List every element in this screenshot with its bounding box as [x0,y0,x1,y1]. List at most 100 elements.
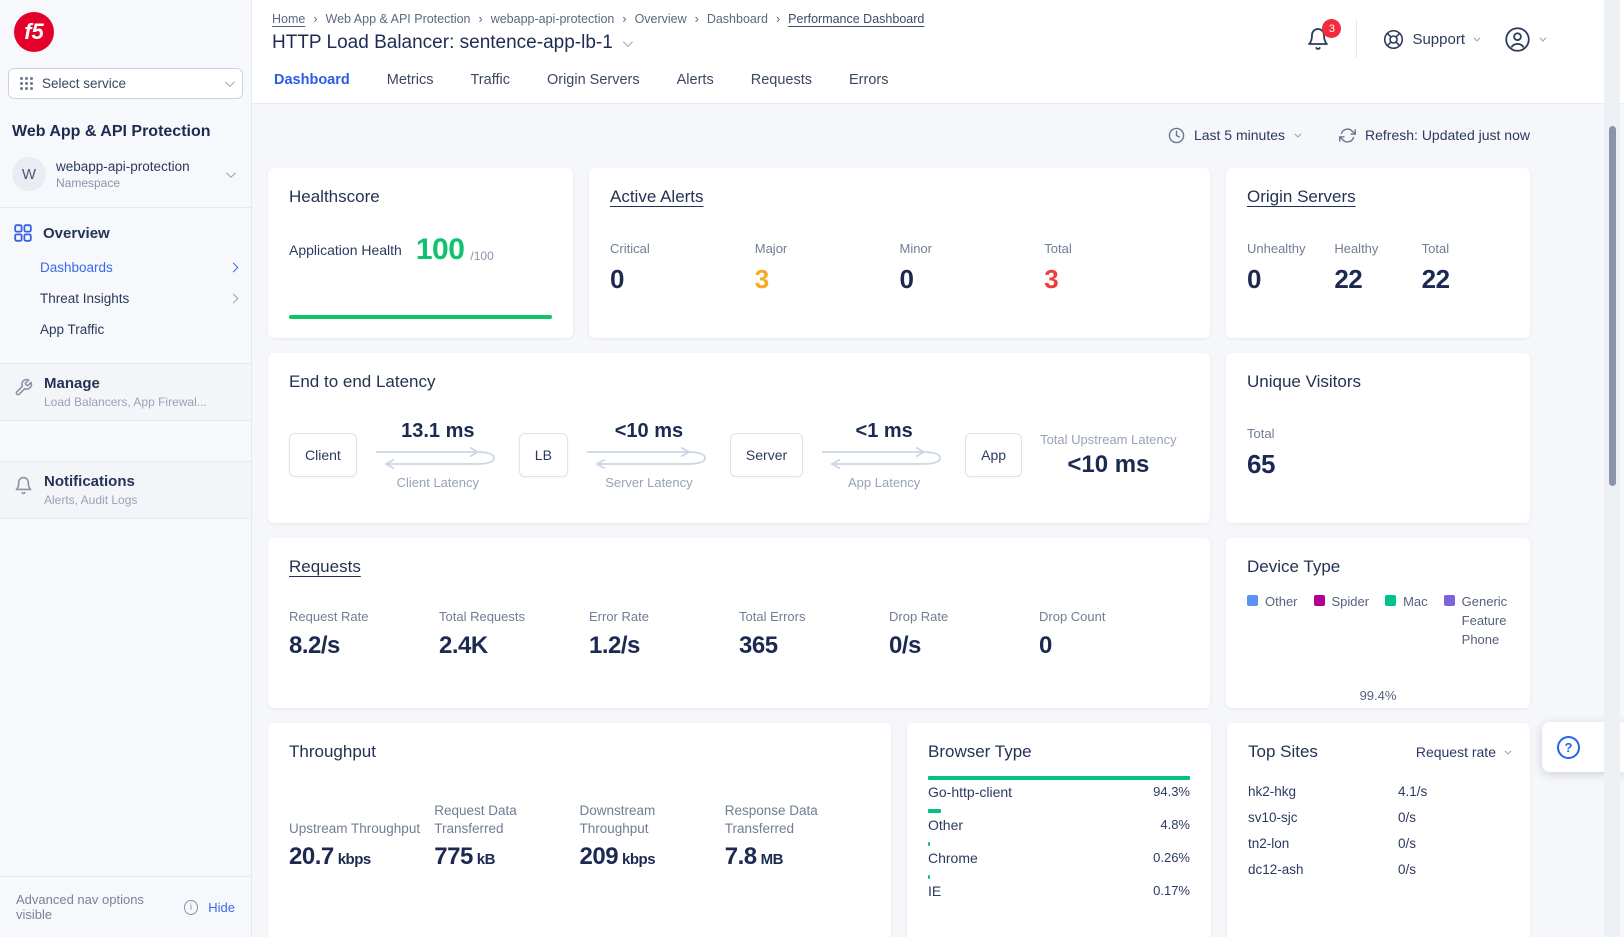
user-menu-button[interactable] [1504,26,1544,53]
scrollbar-thumb[interactable] [1609,126,1616,486]
hop-label: Client Latency [397,475,479,490]
breadcrumb-dashboard[interactable]: Dashboard [707,12,768,26]
tab-errors[interactable]: Errors [847,58,890,103]
breadcrumb-namespace[interactable]: webapp-api-protection [491,12,615,26]
response-data-transferred-metric: Response Data Transferred 7.8MB [725,802,870,871]
total-requests-metric: Total Requests 2.4K [439,609,589,660]
refresh-button[interactable]: Refresh: Updated just now [1339,127,1530,144]
tab-requests[interactable]: Requests [749,58,814,103]
metric-label: Downstream Throughput [580,802,692,837]
legend-swatch [1444,595,1455,606]
overview-grid-icon [14,224,32,242]
refresh-icon [1339,127,1356,144]
info-icon[interactable]: i [184,900,199,915]
advanced-nav-footer: Advanced nav options visible i Hide [0,876,251,937]
latency-card: End to end Latency Client 13.1 ms Client… [268,353,1210,523]
grid-dots-icon [19,76,34,91]
service-title: Web App & API Protection [12,123,239,141]
healthscore-value: 100 [416,233,465,267]
origin-metric-total: Total 22 [1422,241,1509,295]
refresh-label: Refresh: Updated just now [1365,127,1530,143]
metric-value: 20.7kbps [289,843,434,871]
support-button[interactable]: Support [1383,29,1478,50]
metric-value: 0/s [889,632,1039,660]
notification-badge: 3 [1322,19,1341,38]
breadcrumb-performance-dashboard[interactable]: Performance Dashboard [788,12,924,26]
metric-label: Unhealthy [1247,241,1334,256]
select-service-dropdown[interactable]: Select service [8,68,243,99]
notifications-label: Notifications [44,473,137,490]
sidebar-item-manage[interactable]: Manage Load Balancers, App Firewal... [0,363,251,421]
metric-label: Minor [900,241,1045,256]
legend-swatch [1314,595,1325,606]
notifications-bell-button[interactable]: 3 [1306,27,1330,51]
sidebar-item-dashboards[interactable]: Dashboards [0,252,251,283]
browser-type-list: Go-http-client94.3% Other4.8% Chrome0.26… [928,776,1190,908]
chevron-down-icon [1539,34,1546,41]
breadcrumb-home[interactable]: Home [272,12,305,26]
legend-swatch [1385,595,1396,606]
latency-node-app: App [965,433,1022,477]
tab-alerts[interactable]: Alerts [675,58,716,103]
healthscore-title: Healthscore [289,187,552,207]
metric-label: Total [1247,426,1275,441]
site-name: sv10-sjc [1248,810,1398,825]
roundtrip-arrow-icon [372,443,504,473]
top-header: Home › Web App & API Protection › webapp… [252,0,1624,58]
sidebar-nav: Overview Dashboards Threat Insights App … [0,208,251,345]
unique-visitors-metric: Total 65 [1247,426,1275,480]
legend-label: Spider [1332,593,1370,650]
downstream-throughput-metric: Downstream Throughput 209kbps [580,802,725,871]
browser-row-other: Other4.8% [928,809,1190,833]
browser-label: Other [928,817,963,833]
legend-item-other: Other [1247,593,1298,650]
browser-bar [928,842,930,846]
breadcrumb-service[interactable]: Web App & API Protection [326,12,471,26]
device-type-legend: Other Spider Mac Generic Feature Phone [1247,593,1509,650]
legend-item-generic-feature-phone: Generic Feature Phone [1444,593,1514,650]
origin-servers-title-link[interactable]: Origin Servers [1247,187,1509,207]
bell-icon [14,476,33,495]
tab-origin-servers[interactable]: Origin Servers [545,58,642,103]
sidebar-item-app-traffic[interactable]: App Traffic [0,314,251,345]
breadcrumb-separator: › [695,12,699,26]
metric-label: Response Data Transferred [725,802,837,837]
sidebar-item-threat-insights[interactable]: Threat Insights [0,283,251,314]
metric-label: Total [1422,241,1509,256]
metric-label: Request Data Transferred [434,802,546,837]
breadcrumb-separator: › [479,12,483,26]
advanced-nav-text: Advanced nav options visible [16,892,178,922]
requests-title-link[interactable]: Requests [289,557,1189,577]
sidebar-item-notifications[interactable]: Notifications Alerts, Audit Logs [0,461,251,519]
top-sites-sort-selector[interactable]: Request rate [1416,744,1509,760]
chevron-down-icon [1504,747,1511,754]
time-range-selector[interactable]: Last 5 minutes [1168,127,1299,144]
user-avatar-icon [1504,26,1531,53]
metric-value: 0 [1247,264,1334,295]
manage-subtitle: Load Balancers, App Firewal... [44,395,207,409]
chevron-down-icon[interactable] [623,37,633,47]
legend-item-spider: Spider [1314,593,1370,650]
metric-label: Total Requests [439,609,589,624]
total-upstream-label: Total Upstream Latency [1040,432,1177,447]
tab-dashboard[interactable]: Dashboard [272,58,352,103]
site-rate: 0/s [1398,862,1416,877]
sidebar-item-overview[interactable]: Overview [0,208,251,252]
drop-rate-metric: Drop Rate 0/s [889,609,1039,660]
dashboard-content: Last 5 minutes Refresh: Updated just now… [252,104,1624,937]
page-title: HTTP Load Balancer: sentence-app-lb-1 [272,32,613,54]
request-data-transferred-metric: Request Data Transferred 775kB [434,802,579,871]
sort-label: Request rate [1416,744,1496,760]
f5-logo[interactable]: f5 [14,12,54,52]
tab-traffic[interactable]: Traffic [468,58,511,103]
dashboards-label: Dashboards [40,260,113,275]
active-alerts-title-link[interactable]: Active Alerts [610,187,1189,207]
hide-link[interactable]: Hide [208,900,235,915]
namespace-selector[interactable]: W webapp-api-protection Namespace [12,157,239,191]
browser-label: Chrome [928,850,978,866]
metric-value: 3 [755,264,900,295]
namespace-avatar: W [12,157,46,191]
alert-metric-total: Total 3 [1044,241,1189,295]
tab-metrics[interactable]: Metrics [385,58,436,103]
breadcrumb-overview[interactable]: Overview [635,12,687,26]
